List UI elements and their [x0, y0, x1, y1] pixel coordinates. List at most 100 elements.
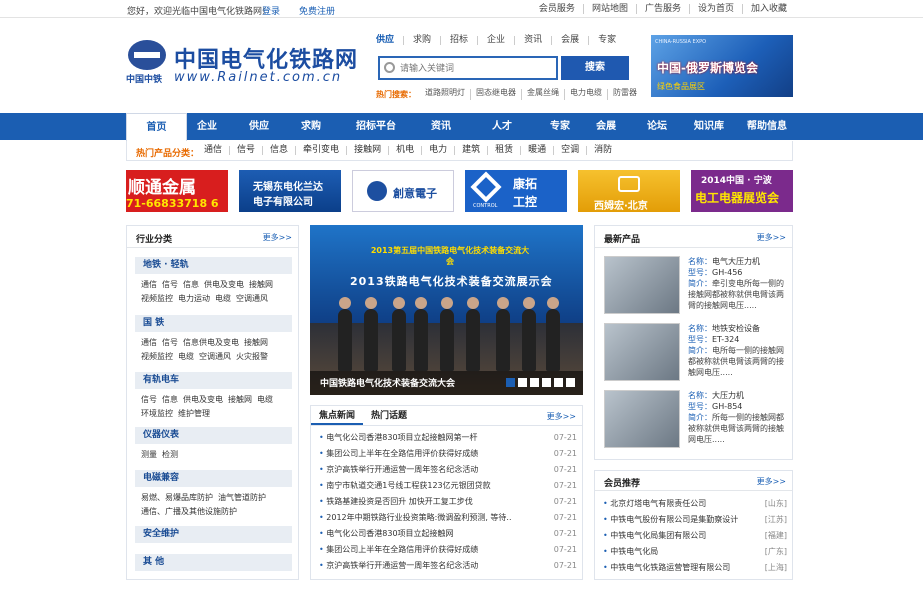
- product-item[interactable]: 名称：地铁安检设备 型号：ET-324 简介：电所每一侧的接触网都被称就供电臂该…: [604, 323, 789, 383]
- news-title[interactable]: 京沪高铁举行开通运营一周年签名纪念活动: [319, 558, 529, 574]
- news-row[interactable]: 南宁市轨道交通1号线工程获123亿元银团贷款 07-21: [319, 478, 577, 494]
- nav-expo[interactable]: 会展: [577, 113, 635, 140]
- category-item[interactable]: 环境监控: [141, 407, 173, 421]
- search-tab-bid[interactable]: 招标: [440, 36, 477, 45]
- slider-dot[interactable]: [542, 378, 551, 387]
- slider-dot[interactable]: [566, 378, 575, 387]
- photo-slider[interactable]: 2013第五届中国铁路电气化技术装备交流大会 2013铁路电气化技术装备交流展示…: [310, 225, 583, 395]
- news-row[interactable]: 铁路基建投资是否回升 加快开工复工步伐 07-21: [319, 494, 577, 510]
- slider-dot[interactable]: [530, 378, 539, 387]
- ad-chuangyi[interactable]: 創意電子: [352, 170, 454, 212]
- nav-home[interactable]: 首页: [126, 113, 187, 141]
- category-item[interactable]: 空调通风: [199, 350, 231, 364]
- hot-category-item[interactable]: 信息: [262, 146, 295, 155]
- hot-category-item[interactable]: 消防: [586, 146, 619, 155]
- add-favorite-link[interactable]: 加入收藏: [741, 4, 795, 14]
- category-title[interactable]: 电磁兼容: [135, 470, 292, 487]
- member-row[interactable]: 中铁电气股份有限公司是集勤察设计 [江苏]: [603, 512, 787, 528]
- hot-category-item[interactable]: 空调: [553, 146, 586, 155]
- member-name[interactable]: 中铁电气化局集团有限公司: [603, 528, 706, 544]
- hot-category-item[interactable]: 机电: [388, 146, 421, 155]
- news-title[interactable]: 集团公司上半年在全路信用评价获得好成绩: [319, 446, 529, 462]
- member-name[interactable]: 北京灯塔电气有限责任公司: [603, 496, 706, 512]
- search-tab-purchase[interactable]: 求购: [403, 36, 440, 45]
- tab-focus-news[interactable]: 焦点新闻: [311, 406, 364, 425]
- category-title[interactable]: 其 他: [135, 554, 292, 571]
- set-homepage-link[interactable]: 设为首页: [688, 4, 742, 14]
- ad-service-link[interactable]: 广告服务: [635, 4, 689, 14]
- category-item[interactable]: 信息: [162, 393, 178, 407]
- nav-expert[interactable]: 专家: [543, 113, 577, 140]
- news-row[interactable]: 京沪高铁举行开通运营一周年签名纪念活动 07-21: [319, 462, 577, 478]
- hot-category-item[interactable]: 通信: [197, 146, 229, 155]
- category-item[interactable]: 接触网: [244, 336, 268, 350]
- nav-help[interactable]: 帮助信息: [739, 113, 795, 140]
- slider-dot[interactable]: [518, 378, 527, 387]
- news-title[interactable]: 集团公司上半年在全路信用评价获得好成绩: [319, 542, 529, 558]
- hot-category-item[interactable]: 电力: [421, 146, 454, 155]
- member-row[interactable]: 中铁电气化局 [广东]: [603, 544, 787, 560]
- product-image[interactable]: [604, 390, 680, 448]
- category-title[interactable]: 有轨电车: [135, 372, 292, 389]
- category-item[interactable]: 通信: [141, 278, 157, 292]
- hot-category-item[interactable]: 接触网: [346, 146, 388, 155]
- nav-talent[interactable]: 人才: [461, 113, 543, 140]
- product-name[interactable]: 地铁安检设备: [712, 324, 760, 333]
- nav-bid-platform[interactable]: 招标平台: [331, 113, 421, 140]
- ad-shuntong-metal[interactable]: 顺通金属 71-66833718 6: [126, 170, 228, 212]
- category-item[interactable]: 供电及变电: [204, 278, 244, 292]
- news-title[interactable]: 京沪高铁举行开通运营一周年签名纪念活动: [319, 462, 529, 478]
- ad-wuxi-dongdian[interactable]: 无锡东电化兰达 电子有限公司: [239, 170, 341, 212]
- category-item[interactable]: 检测: [162, 448, 178, 462]
- news-row[interactable]: 2012年中期铁路行业投资策略:微调盈利预测, 等待.. 07-21: [319, 510, 577, 526]
- category-item[interactable]: 接触网: [249, 278, 273, 292]
- category-item[interactable]: 视频监控: [141, 292, 173, 306]
- slider-dot[interactable]: [506, 378, 515, 387]
- search-input[interactable]: [400, 61, 550, 75]
- category-item[interactable]: 火灾报警: [236, 350, 268, 364]
- member-row[interactable]: 中铁电气化局集团有限公司 [福建]: [603, 528, 787, 544]
- hot-search-item[interactable]: 金属丝绳: [521, 89, 564, 100]
- member-name[interactable]: 中铁电气化铁路运营管理有限公司: [603, 560, 730, 576]
- category-item[interactable]: 维护管理: [178, 407, 210, 421]
- news-row[interactable]: 京沪高铁举行开通运营一周年签名纪念活动 07-21: [319, 558, 577, 574]
- hot-category-item[interactable]: 暖通: [520, 146, 553, 155]
- news-row[interactable]: 电气化公司香港830项目立起接触网 07-21: [319, 526, 577, 542]
- member-row[interactable]: 中铁电气化铁路运营管理有限公司 [上海]: [603, 560, 787, 576]
- nav-purchase[interactable]: 求购: [291, 113, 331, 140]
- product-item[interactable]: 名称：电气大压力机 型号：GH-456 简介：牵引变电所每一侧的接触网都被称就供…: [604, 256, 789, 316]
- hot-category-item[interactable]: 牵引变电: [295, 146, 346, 155]
- site-logo[interactable]: 中国电气化铁路网 中国中铁 www.Railnet.com.cn: [126, 40, 361, 88]
- member-name[interactable]: 中铁电气化局: [603, 544, 658, 560]
- product-name[interactable]: 电气大压力机: [712, 257, 760, 266]
- news-row[interactable]: 集团公司上半年在全路信用评价获得好成绩 07-21: [319, 542, 577, 558]
- category-title[interactable]: 安全维护: [135, 526, 292, 543]
- news-title[interactable]: 2012年中期铁路行业投资策略:微调盈利预测, 等待..: [319, 510, 529, 526]
- product-item[interactable]: 名称：大压力机 型号：GH-854 简介：所每一侧的接触网都被称就供电臂该两臂的…: [604, 390, 789, 450]
- search-tab-expert[interactable]: 专家: [588, 36, 625, 45]
- product-image[interactable]: [604, 323, 680, 381]
- more-link[interactable]: 更多>>: [757, 476, 786, 487]
- hot-category-item[interactable]: 租赁: [487, 146, 520, 155]
- category-item[interactable]: 信号: [162, 336, 178, 350]
- member-name[interactable]: 中铁电气股份有限公司是集勤察设计: [603, 512, 738, 528]
- hot-category-item[interactable]: 建筑: [454, 146, 487, 155]
- category-item[interactable]: 信息供电及变电: [183, 336, 239, 350]
- more-link[interactable]: 更多>>: [263, 232, 292, 243]
- news-row[interactable]: 集团公司上半年在全路信用评价获得好成绩 07-21: [319, 446, 577, 462]
- search-tab-expo[interactable]: 会展: [551, 36, 588, 45]
- category-item[interactable]: 电缆: [257, 393, 273, 407]
- category-item[interactable]: 油气管道防护: [218, 491, 266, 505]
- expo-banner-ad[interactable]: CHINA-RUSSIA EXPO 中国-俄罗斯博览会 绿色食品展区: [651, 35, 793, 97]
- nav-company[interactable]: 企业: [187, 113, 227, 140]
- nav-supply[interactable]: 供应: [227, 113, 291, 140]
- search-tab-news[interactable]: 资讯: [514, 36, 551, 45]
- member-row[interactable]: 北京灯塔电气有限责任公司 [山东]: [603, 496, 787, 512]
- product-name[interactable]: 大压力机: [712, 391, 744, 400]
- news-more-link[interactable]: 更多>>: [547, 411, 576, 422]
- search-tab-company[interactable]: 企业: [477, 36, 514, 45]
- category-item[interactable]: 测量: [141, 448, 157, 462]
- category-item[interactable]: 通信、广播及其他设施防护: [141, 505, 237, 519]
- tab-hot-topics[interactable]: 热门话题: [363, 406, 415, 425]
- category-item[interactable]: 通信: [141, 336, 157, 350]
